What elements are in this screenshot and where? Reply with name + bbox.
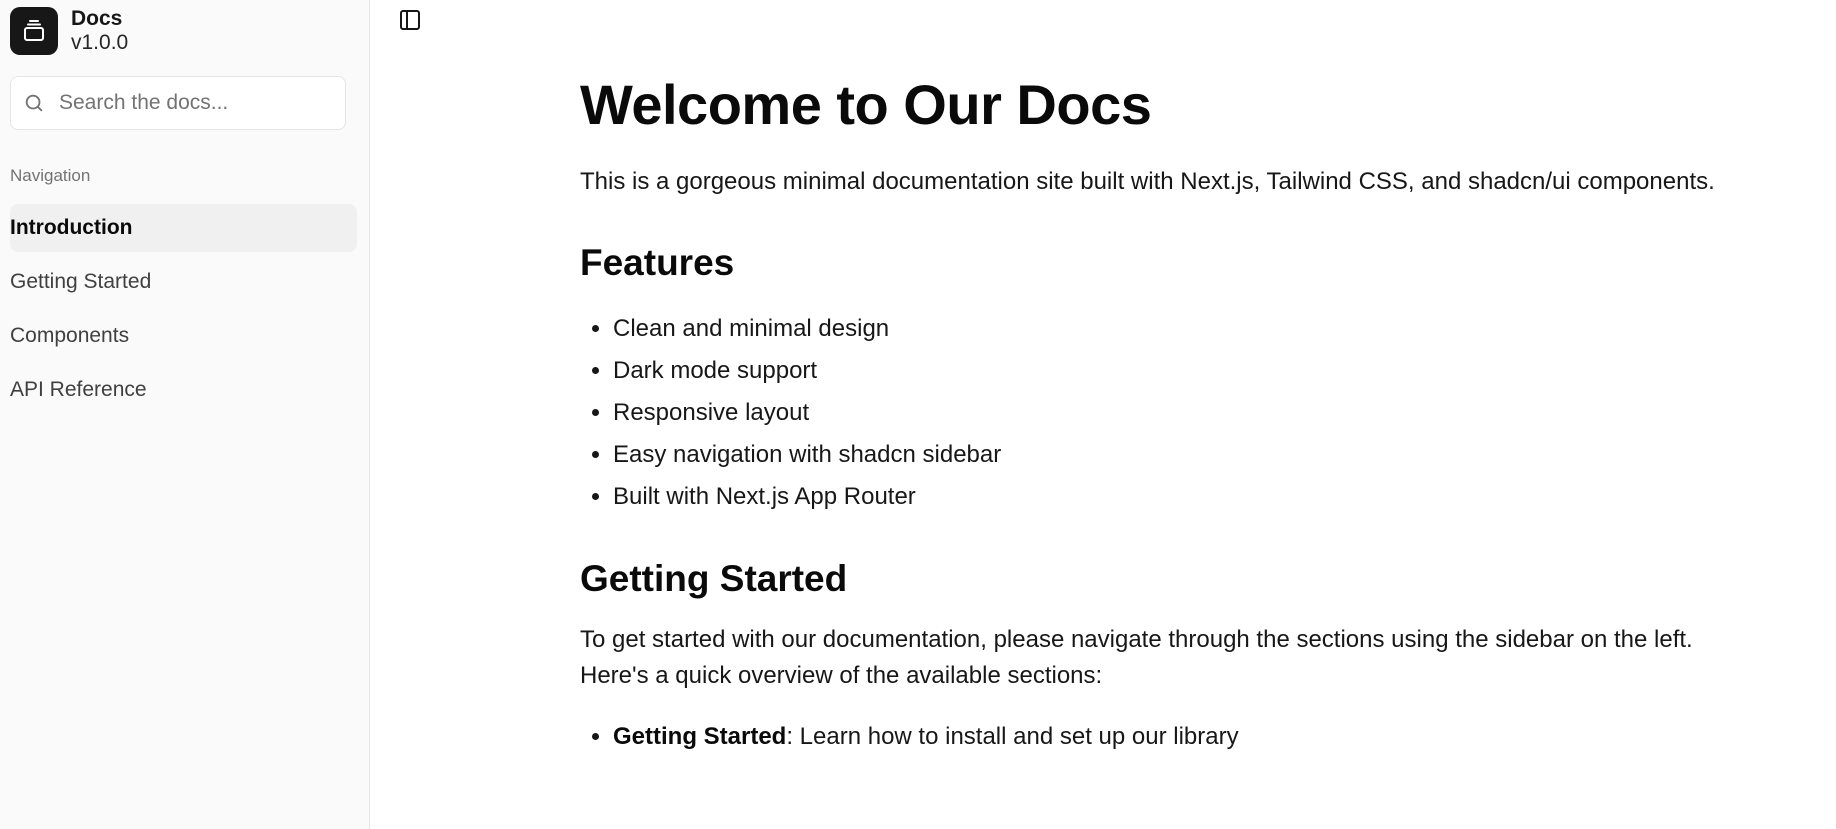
sidebar-item-label: Getting Started xyxy=(10,270,152,293)
stack-icon xyxy=(10,7,58,55)
brand-text: Docs v1.0.0 xyxy=(71,7,128,55)
sidebar-item-getting-started[interactable]: Getting Started xyxy=(10,258,357,306)
section-description: : Learn how to install and set up our li… xyxy=(786,723,1239,750)
getting-started-paragraph: To get started with our documentation, p… xyxy=(580,626,1693,689)
main-content: Welcome to Our Docs This is a gorgeous m… xyxy=(370,0,1836,829)
list-item: Easy navigation with shadcn sidebar xyxy=(613,434,1730,476)
features-list: Clean and minimal design Dark mode suppo… xyxy=(580,308,1730,518)
doc-article: Welcome to Our Docs This is a gorgeous m… xyxy=(580,68,1730,758)
search-input[interactable] xyxy=(59,91,319,115)
intro-paragraph: This is a gorgeous minimal documentation… xyxy=(580,168,1715,195)
list-item: Built with Next.js App Router xyxy=(613,476,1730,518)
sidebar-item-api-reference[interactable]: API Reference xyxy=(10,366,357,414)
sidebar-item-label: Components xyxy=(10,324,130,347)
nav-group-label: Navigation xyxy=(10,166,91,185)
getting-started-heading: Getting Started xyxy=(580,558,848,599)
features-heading: Features xyxy=(580,242,735,283)
nav-list: Introduction Getting Started Components … xyxy=(10,204,359,414)
sidebar-toggle-icon[interactable] xyxy=(397,7,423,33)
brand-name: Docs xyxy=(71,6,123,30)
search-icon xyxy=(23,92,45,114)
brand[interactable]: Docs v1.0.0 xyxy=(10,0,359,60)
list-item: Clean and minimal design xyxy=(613,308,1730,350)
list-item: Responsive layout xyxy=(613,392,1730,434)
list-item: Dark mode support xyxy=(613,350,1730,392)
search-box[interactable] xyxy=(10,76,346,130)
sidebar-item-label: Introduction xyxy=(10,216,133,239)
sidebar-item-introduction[interactable]: Introduction xyxy=(10,204,357,252)
sections-list: Getting Started: Learn how to install an… xyxy=(580,716,1730,758)
sidebar-item-label: API Reference xyxy=(10,378,147,401)
page-title: Welcome to Our Docs xyxy=(580,73,1152,136)
sidebar: Docs v1.0.0 Navigation Introduction Gett… xyxy=(0,0,370,829)
app-root: Docs v1.0.0 Navigation Introduction Gett… xyxy=(0,0,1836,829)
brand-version: v1.0.0 xyxy=(71,31,129,54)
section-name: Getting Started xyxy=(613,723,787,750)
list-item: Getting Started: Learn how to install an… xyxy=(613,716,1730,758)
sidebar-item-components[interactable]: Components xyxy=(10,312,357,360)
